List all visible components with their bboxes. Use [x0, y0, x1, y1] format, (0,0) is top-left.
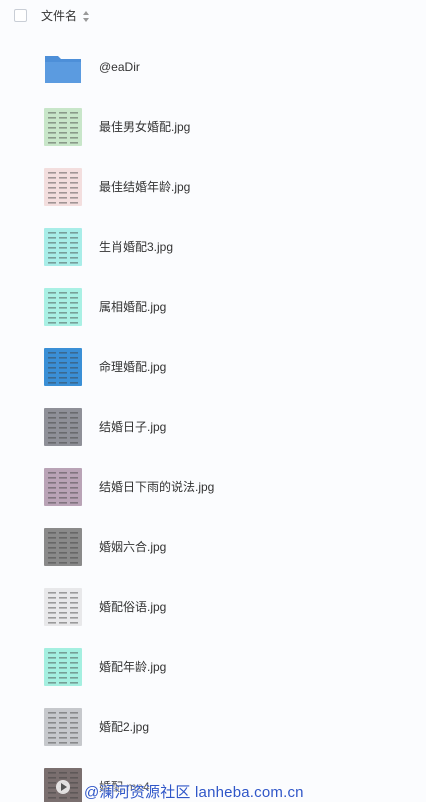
image-thumbnail-icon[interactable]: [44, 708, 82, 746]
image-thumbnail-icon[interactable]: [44, 348, 82, 386]
file-row[interactable]: 结婚日下雨的说法.jpg: [0, 456, 426, 516]
file-row[interactable]: 婚配年龄.jpg: [0, 636, 426, 696]
image-thumbnail-icon[interactable]: [44, 648, 82, 686]
file-row[interactable]: 生肖婚配3.jpg: [0, 216, 426, 276]
select-all-checkbox[interactable]: [14, 9, 27, 22]
file-name[interactable]: 婚姻六合.jpg: [99, 539, 166, 555]
file-name[interactable]: 命理婚配.jpg: [99, 359, 166, 375]
image-thumbnail-icon[interactable]: [44, 468, 82, 506]
file-name[interactable]: 婚配年龄.jpg: [99, 659, 166, 675]
image-thumbnail-icon[interactable]: [44, 228, 82, 266]
file-row[interactable]: 最佳结婚年龄.jpg: [0, 156, 426, 216]
file-name[interactable]: 婚配2.jpg: [99, 719, 149, 735]
image-thumbnail-icon[interactable]: [44, 108, 82, 146]
file-row[interactable]: 命理婚配.jpg: [0, 336, 426, 396]
file-list: @eaDir 最佳男女婚配.jpg 最佳结婚年龄.jpg 生肖婚配3.jpg 属相婚配.…: [0, 36, 426, 802]
file-row[interactable]: 结婚日子.jpg: [0, 396, 426, 456]
file-row[interactable]: 婚配俗语.jpg: [0, 576, 426, 636]
file-list-page: 文件名 @eaDir 最佳男女婚配.jpg 最佳结婚年龄.jpg 生肖婚配3.jpg 属…: [0, 0, 426, 802]
file-name[interactable]: 属相婚配.jpg: [99, 299, 166, 315]
file-name[interactable]: 生肖婚配3.jpg: [99, 239, 173, 255]
image-thumbnail-icon[interactable]: [44, 588, 82, 626]
sort-up-down-icon[interactable]: [82, 10, 90, 23]
image-thumbnail-icon[interactable]: [44, 288, 82, 326]
image-thumbnail-icon[interactable]: [44, 408, 82, 446]
image-thumbnail-icon[interactable]: [44, 168, 82, 206]
file-name[interactable]: 结婚日子.jpg: [99, 419, 166, 435]
file-row[interactable]: @eaDir: [0, 36, 426, 96]
file-row[interactable]: 婚姻六合.jpg: [0, 516, 426, 576]
file-name[interactable]: 结婚日下雨的说法.jpg: [99, 479, 214, 495]
file-list-header: 文件名: [0, 0, 426, 34]
video-thumbnail-icon[interactable]: [44, 768, 82, 802]
folder-icon[interactable]: [44, 48, 82, 86]
watermark: @澜河资源社区 lanheba.com.cn: [84, 784, 304, 801]
column-header-filename[interactable]: 文件名: [41, 9, 77, 24]
file-row[interactable]: 属相婚配.jpg: [0, 276, 426, 336]
file-row[interactable]: 最佳男女婚配.jpg: [0, 96, 426, 156]
image-thumbnail-icon[interactable]: [44, 528, 82, 566]
file-name[interactable]: 最佳结婚年龄.jpg: [99, 179, 190, 195]
file-row[interactable]: 婚配2.jpg: [0, 696, 426, 756]
file-name[interactable]: 最佳男女婚配.jpg: [99, 119, 190, 135]
file-name[interactable]: 婚配俗语.jpg: [99, 599, 166, 615]
file-name[interactable]: @eaDir: [99, 59, 140, 75]
